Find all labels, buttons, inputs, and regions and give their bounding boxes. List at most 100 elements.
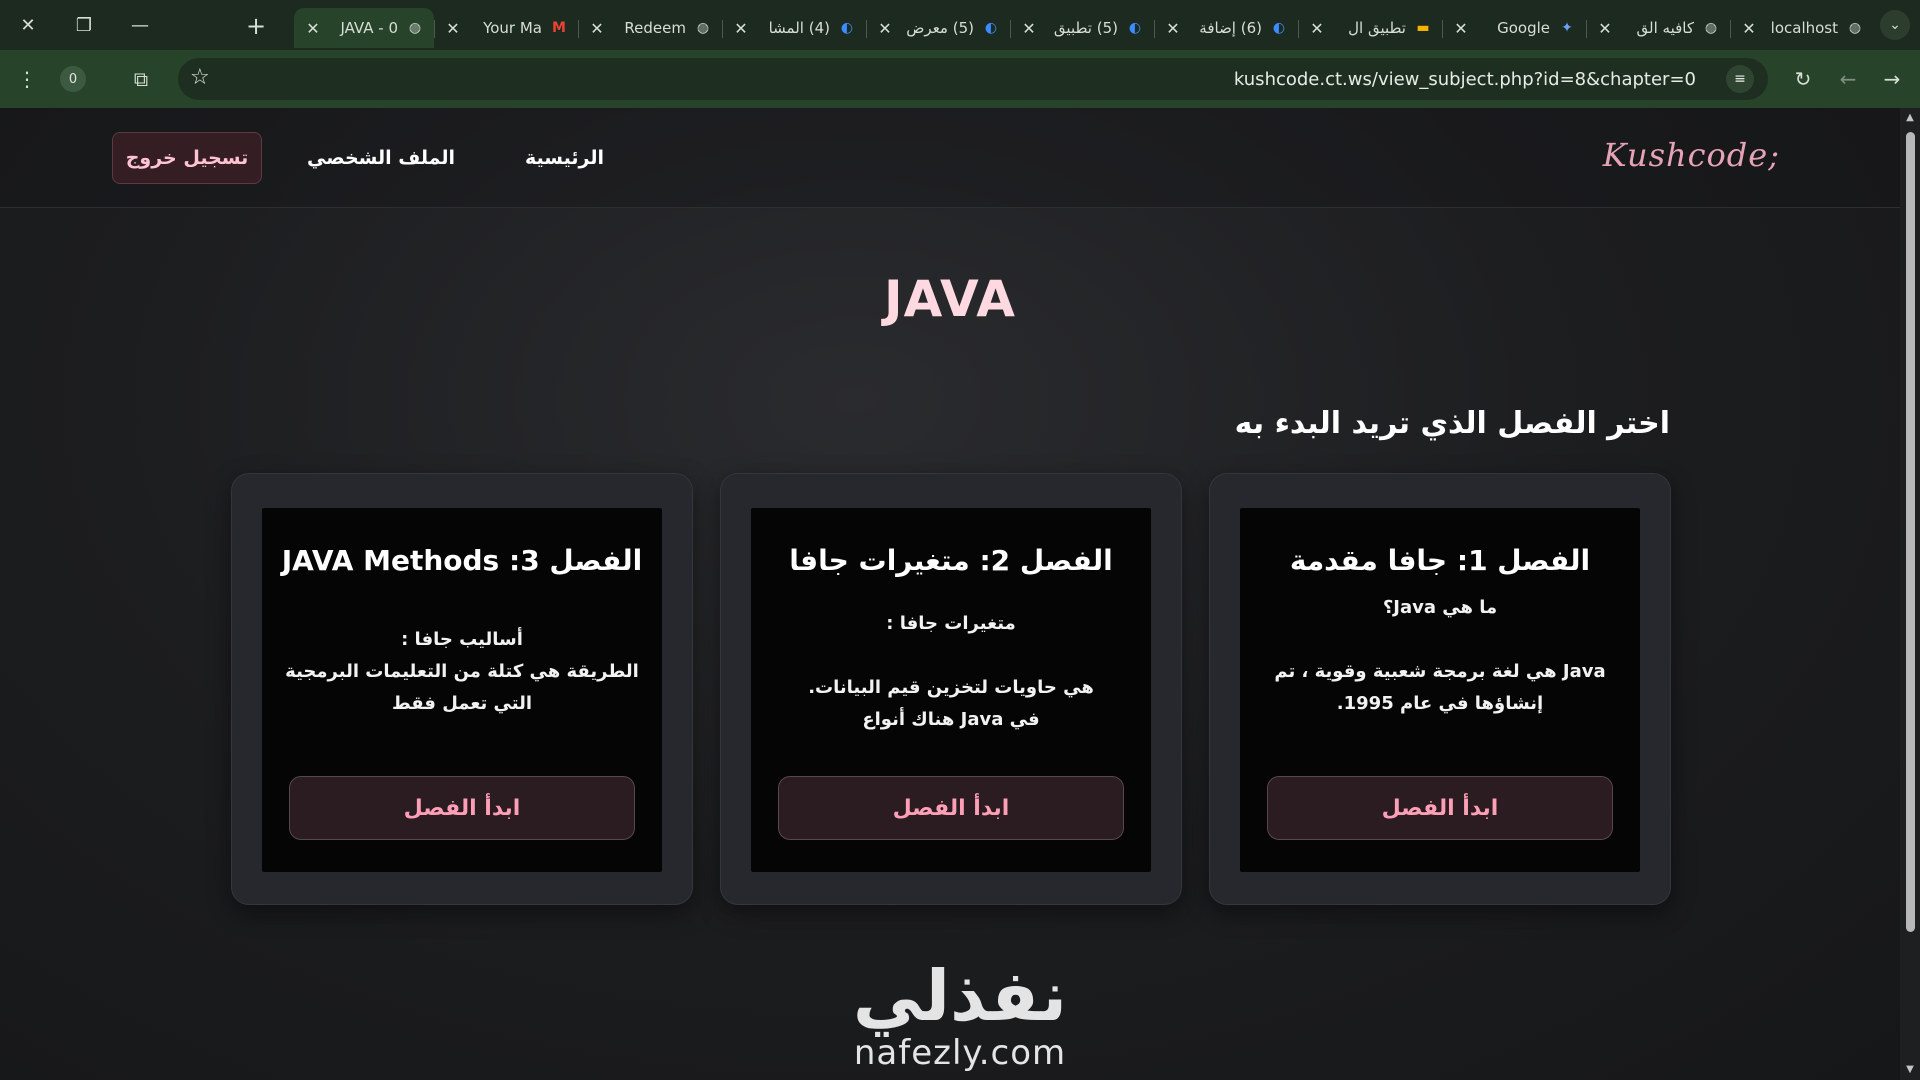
tab-2[interactable]: ✦ Google ✕	[1442, 8, 1586, 48]
arrow-right-icon: →	[1883, 67, 1901, 91]
close-window-button[interactable]: ✕	[0, 0, 56, 50]
scroll-up-icon[interactable]: ▲	[1904, 112, 1916, 124]
start-chapter-3-button[interactable]: ابدأ الفصل	[289, 776, 635, 840]
url-text[interactable]: kushcode.ct.ws/view_subject.php?id=8&cha…	[1234, 69, 1696, 90]
chapter-description: ما هي Java؟ Java هي لغة برمجة شعبية وقوي…	[1274, 597, 1606, 714]
chapter-card-1: الفصل 1: جافا مقدمة ما هي Java؟ Java هي …	[1209, 473, 1671, 905]
extensions-button[interactable]: ⧉	[126, 64, 156, 94]
close-tab-icon[interactable]: ✕	[1308, 19, 1326, 38]
new-tab-button[interactable]: +	[240, 10, 272, 42]
tab-title: (4) المشا	[768, 19, 830, 37]
tab-title: تطبيق ال	[1348, 19, 1406, 37]
chapter-title: الفصل 2: متغيرات جافا	[789, 544, 1113, 577]
minimize-window-button[interactable]: —	[112, 0, 168, 50]
close-tab-icon[interactable]: ✕	[1452, 19, 1470, 38]
scrollbar-thumb[interactable]	[1906, 132, 1915, 932]
chapter-card-2: الفصل 2: متغيرات جافا متغيرات جافا : هي …	[720, 473, 1182, 905]
site-navbar: Kushcode; تسجيل خروج الملف الشخصي الرئيس…	[0, 108, 1900, 208]
close-tab-icon[interactable]: ✕	[1020, 19, 1038, 38]
chapter-description: أساليب جافا : الطريقة هي كتلة من التعليم…	[285, 629, 639, 714]
tab-3[interactable]: ▬ تطبيق ال ✕	[1298, 8, 1442, 48]
chapter-card-content: الفصل 1: جافا مقدمة ما هي Java؟ Java هي …	[1240, 508, 1640, 872]
tab-title: JAVA - 0	[340, 19, 398, 37]
chevron-down-icon: ⌄	[1889, 17, 1901, 33]
app-icon: ◐	[984, 20, 998, 36]
tab-1[interactable]: ◍ كافيه الق ✕	[1586, 8, 1730, 48]
close-tab-icon[interactable]: ✕	[1740, 19, 1758, 38]
subject-title: JAVA	[884, 270, 1016, 328]
tab-5[interactable]: ◐ (5) تطبيق ✕	[1010, 8, 1154, 48]
restore-window-button[interactable]: ❐	[56, 0, 112, 50]
tab-title: (6) إضافة	[1199, 19, 1262, 37]
logout-button[interactable]: تسجيل خروج	[112, 132, 262, 184]
chapter-card-content: الفصل 2: متغيرات جافا متغيرات جافا : هي …	[751, 508, 1151, 872]
tab-title: كافيه الق	[1636, 19, 1694, 37]
chapter-cards: الفصل 1: جافا مقدمة ما هي Java؟ Java هي …	[231, 473, 1671, 905]
bookmark-star-icon[interactable]: ☆	[190, 65, 210, 90]
kebab-menu-icon: ⋮	[17, 67, 37, 91]
site-logo[interactable]: Kushcode;	[1603, 136, 1780, 174]
watermark: نفذلي nafezly.com	[800, 958, 1120, 1072]
globe-icon: ◍	[408, 20, 422, 36]
page-content: Kushcode; تسجيل خروج الملف الشخصي الرئيس…	[0, 108, 1900, 1080]
tab-10[interactable]: ◍ JAVA - 0 ✕	[294, 8, 434, 48]
nav-link-home[interactable]: الرئيسية	[525, 147, 604, 169]
reload-button[interactable]: ↻	[1788, 64, 1818, 94]
close-icon: ✕	[20, 14, 36, 36]
close-tab-icon[interactable]: ✕	[1164, 19, 1182, 38]
site-settings-icon[interactable]: ≡	[1726, 65, 1754, 93]
app-icon: ◐	[1272, 20, 1286, 36]
tab-6[interactable]: ◐ (5) معرض ✕	[866, 8, 1010, 48]
chapter-card-content: الفصل 3: JAVA Methods أساليب جافا : الطر…	[262, 508, 662, 872]
gmail-icon: M	[552, 20, 566, 36]
globe-icon: ◍	[1848, 20, 1862, 36]
forward-button[interactable]: →	[1877, 64, 1907, 94]
watermark-latin: nafezly.com	[853, 1033, 1067, 1073]
back-button[interactable]: ←	[1833, 64, 1863, 94]
close-tab-icon[interactable]: ✕	[876, 19, 894, 38]
chapter-card-3: الفصل 3: JAVA Methods أساليب جافا : الطر…	[231, 473, 693, 905]
tab-search-button[interactable]: ⌄	[1880, 10, 1910, 40]
tab-title: Your Ma	[483, 19, 542, 37]
tab-8[interactable]: ◍ Redeem ✕	[578, 8, 722, 48]
tab-7[interactable]: ◐ (4) المشا ✕	[722, 8, 866, 48]
tab-title: localhost	[1770, 19, 1838, 37]
close-tab-icon[interactable]: ✕	[444, 19, 462, 38]
chapter-description: متغيرات جافا : هي حاويات لتخزين قيم البي…	[808, 613, 1094, 730]
chapter-select-heading: اختر الفصل الذي تريد البدء به	[1234, 406, 1670, 441]
globe-icon: ◍	[1704, 20, 1718, 36]
scroll-down-icon[interactable]: ▼	[1904, 1064, 1916, 1076]
close-tab-icon[interactable]: ✕	[588, 19, 606, 38]
tab-strip: ⌄ ◍ localhost ✕ ◍ كافيه الق ✕ ✦ Google ✕ ▬ تطبيق ا…	[0, 0, 1920, 50]
nav-link-profile[interactable]: الملف الشخصي	[307, 147, 455, 169]
tab-list: ◍ localhost ✕ ◍ كافيه الق ✕ ✦ Google ✕ ▬ تطبيق ال ✕…	[294, 2, 1874, 48]
tab-title: (5) معرض	[906, 19, 974, 37]
watermark-arabic: نفذلي	[852, 955, 1068, 1037]
globe-icon: ◍	[696, 20, 710, 36]
page-scrollbar[interactable]: ▲ ▼	[1900, 108, 1920, 1080]
app-icon: ◐	[1128, 20, 1142, 36]
menu-button[interactable]: ⋮	[12, 64, 42, 94]
gemini-icon: ✦	[1561, 20, 1573, 36]
window-controls: ✕ ❐ —	[0, 0, 168, 50]
start-chapter-2-button[interactable]: ابدأ الفصل	[778, 776, 1124, 840]
reload-icon: ↻	[1794, 67, 1812, 91]
tab-0[interactable]: ◍ localhost ✕	[1730, 8, 1874, 48]
puzzle-icon: ⧉	[133, 67, 149, 91]
restore-icon: ❐	[75, 14, 93, 36]
close-tab-icon[interactable]: ✕	[1596, 19, 1614, 38]
arrow-left-icon: ←	[1839, 67, 1857, 91]
tab-title: Google	[1497, 19, 1550, 37]
start-chapter-1-button[interactable]: ابدأ الفصل	[1267, 776, 1613, 840]
close-tab-icon[interactable]: ✕	[732, 19, 750, 38]
extension-badge[interactable]: 0	[60, 66, 86, 92]
minimize-icon: —	[131, 14, 149, 36]
address-bar[interactable]: ☆ kushcode.ct.ws/view_subject.php?id=8&c…	[178, 58, 1768, 100]
chapter-title: الفصل 1: جافا مقدمة	[1289, 544, 1591, 577]
slides-icon: ▬	[1416, 20, 1430, 36]
tab-title: Redeem	[624, 19, 686, 37]
tab-title: (5) تطبيق	[1053, 19, 1118, 37]
close-tab-icon[interactable]: ✕	[304, 19, 322, 38]
tab-9[interactable]: M Your Ma ✕	[434, 8, 578, 48]
tab-4[interactable]: ◐ (6) إضافة ✕	[1154, 8, 1298, 48]
